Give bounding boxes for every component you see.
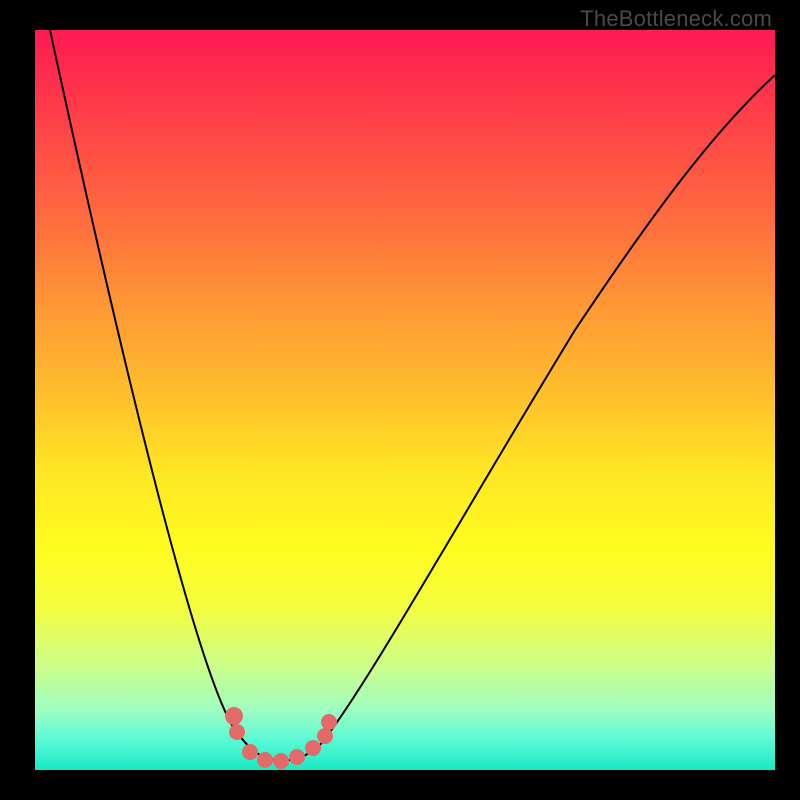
curve-marker — [289, 749, 305, 765]
curve-marker — [305, 740, 321, 756]
curve-marker — [257, 752, 273, 768]
curve-marker — [242, 744, 258, 760]
curve-layer — [35, 30, 775, 770]
curve-markers — [225, 707, 337, 769]
curve-marker — [273, 753, 289, 769]
curve-marker — [229, 724, 245, 740]
curve-marker — [225, 707, 243, 725]
curve-marker — [317, 728, 333, 744]
watermark-text: TheBottleneck.com — [580, 6, 772, 32]
bottleneck-curve — [50, 30, 775, 760]
plot-area — [35, 30, 775, 770]
chart-frame: TheBottleneck.com — [0, 0, 800, 800]
curve-marker — [321, 714, 337, 730]
